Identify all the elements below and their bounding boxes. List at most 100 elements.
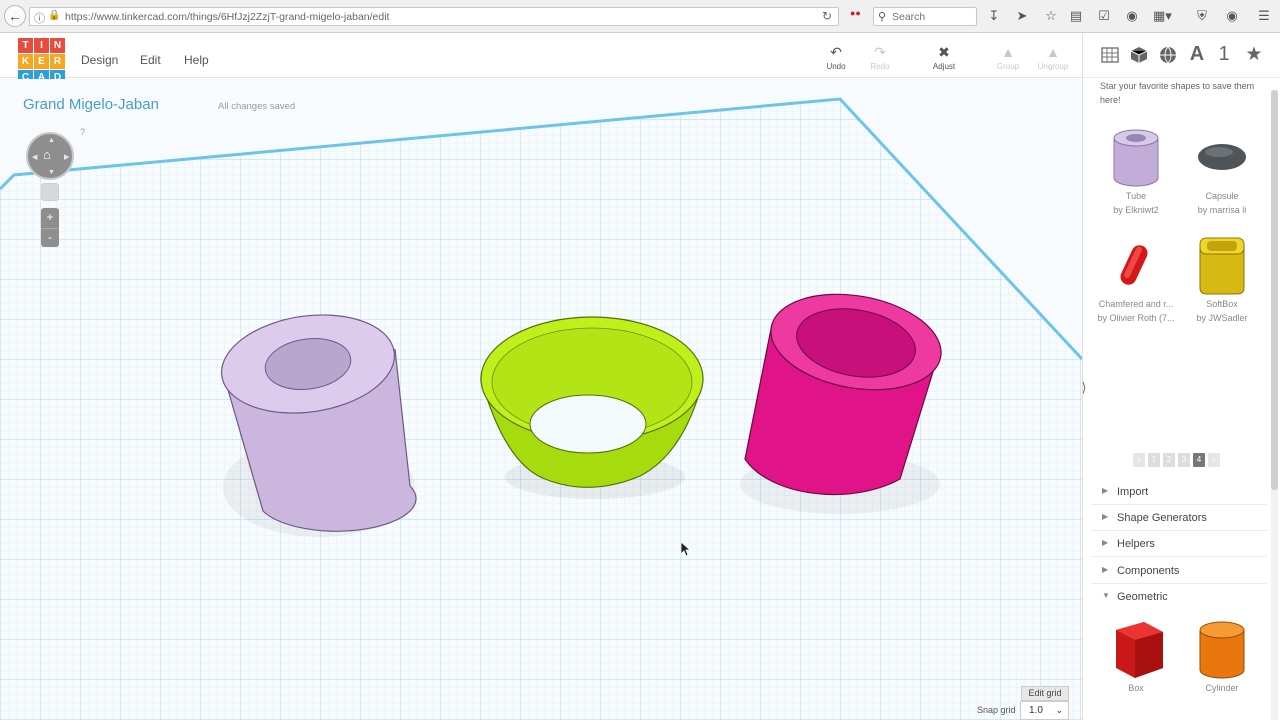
section-import[interactable]: ▶ Import <box>1091 479 1267 505</box>
menu-edit[interactable]: Edit <box>140 53 161 67</box>
shape-author: by Elkniwt2 <box>1113 205 1159 215</box>
scrollbar-thumb[interactable] <box>1271 90 1278 490</box>
browser-search-box[interactable]: ⚲ <box>873 7 977 26</box>
url-text[interactable]: https://www.tinkercad.com/things/6HfJzj2… <box>65 11 389 23</box>
orbit-down-icon[interactable]: ▼ <box>48 169 55 176</box>
chat-icon[interactable]: ◉ <box>1123 8 1141 24</box>
ungroup-button[interactable]: ▲ Ungroup <box>1031 44 1075 71</box>
save-status: All changes saved <box>218 101 296 112</box>
pager-next-icon[interactable]: › <box>1208 453 1220 467</box>
section-shape-generators[interactable]: ▶ Shape Generators <box>1091 505 1267 531</box>
box-icon[interactable] <box>1128 45 1150 67</box>
design-title[interactable]: Grand Migelo-Jaban <box>23 96 159 113</box>
box-thumbnail <box>1093 616 1179 682</box>
pager-prev-icon[interactable]: ‹ <box>1133 453 1145 467</box>
redo-label: Redo <box>870 62 890 71</box>
app-header: T I N K E R C A D Design Edit Help ↶ Und… <box>0 34 1090 85</box>
view-navigator[interactable]: ▲ ▼ ◀ ▶ ⌂ <box>26 132 74 180</box>
redo-button[interactable]: ↷ Redo <box>858 44 902 71</box>
shape-author: by JWSadler <box>1196 313 1248 323</box>
adjust-button[interactable]: ✖ Adjust <box>922 44 966 71</box>
shape-card-chamfered[interactable]: Chamfered and r... by Olivier Roth (7... <box>1093 232 1179 326</box>
zoom-out-button[interactable]: - <box>41 228 59 247</box>
section-geometric[interactable]: ▼ Geometric <box>1091 584 1267 610</box>
menu-help[interactable]: Help <box>184 53 209 67</box>
workplane-viewport[interactable]: Grand Migelo-Jaban All changes saved ▲ ▼… <box>0 79 1082 720</box>
capsule-thumbnail <box>1179 124 1265 190</box>
sphere-icon[interactable] <box>1157 45 1179 67</box>
panel-scrollbar[interactable] <box>1271 90 1278 720</box>
chevron-right-icon: ▶ <box>1102 538 1109 547</box>
shape-card-cylinder[interactable]: Cylinder <box>1179 616 1265 694</box>
shapes-panel: ⟩ A 1 ★ Star your favorite shapes to sav… <box>1082 34 1280 720</box>
collapse-panel-icon[interactable]: ⟩ <box>1083 374 1091 402</box>
zoom-in-button[interactable]: + <box>41 208 59 228</box>
send-icon[interactable]: ➤ <box>1013 8 1031 24</box>
pager-page[interactable]: 2 <box>1163 453 1175 467</box>
ungroup-icon: ▲ <box>1046 44 1060 60</box>
fit-view-icon[interactable] <box>41 183 59 201</box>
group-button[interactable]: ▲ Group <box>986 44 1030 71</box>
snap-grid-select[interactable]: 1.0 ⌄ <box>1020 701 1069 720</box>
shape-name: Box <box>1128 683 1144 693</box>
snap-grid-label: Snap grid <box>977 705 1016 715</box>
section-helpers[interactable]: ▶ Helpers <box>1091 531 1267 557</box>
shape-card-capsule[interactable]: Capsule by marrisa li <box>1179 124 1265 218</box>
edit-grid-button[interactable]: Edit grid <box>1021 686 1069 701</box>
orbit-up-icon[interactable]: ▲ <box>48 137 55 144</box>
grid-icon[interactable] <box>1099 45 1121 67</box>
logo-letter: E <box>34 54 49 69</box>
logo-letter: K <box>18 54 33 69</box>
orbit-left-icon[interactable]: ◀ <box>32 153 37 161</box>
section-components[interactable]: ▶ Components <box>1091 558 1267 584</box>
download-icon[interactable]: ↧ <box>985 8 1003 24</box>
group-icon: ▲ <box>1001 44 1015 60</box>
help-icon[interactable]: ? <box>80 127 85 137</box>
workplane-scene[interactable] <box>0 79 1082 720</box>
chevron-right-icon: ▶ <box>1102 565 1109 574</box>
logo-letter: T <box>18 38 33 53</box>
shape-card-softbox[interactable]: SoftBox by JWSadler <box>1179 232 1265 326</box>
addon-icon[interactable]: ◉ <box>1223 8 1241 24</box>
chevron-right-icon: ▶ <box>1102 486 1109 495</box>
section-label: Shape Generators <box>1117 512 1207 524</box>
pager-page[interactable]: 1 <box>1148 453 1160 467</box>
address-bar[interactable]: ⓘ 🔒 https://www.tinkercad.com/things/6Hf… <box>29 7 839 26</box>
pager-page[interactable]: 3 <box>1178 453 1190 467</box>
snap-grid-value: 1.0 <box>1029 705 1043 716</box>
adjust-label: Adjust <box>932 62 956 71</box>
tube-shape[interactable] <box>215 304 417 537</box>
grid-menu-icon[interactable]: ▦▾ <box>1153 8 1172 24</box>
section-label: Import <box>1117 486 1149 498</box>
panel-tabs: A 1 ★ <box>1083 34 1280 78</box>
undo-icon: ↶ <box>830 44 842 60</box>
shape-name: Chamfered and r... <box>1098 299 1174 309</box>
orbit-right-icon[interactable]: ▶ <box>64 153 69 161</box>
bookmark-star-icon[interactable]: ☆ <box>1042 8 1060 24</box>
shape-card-box[interactable]: Box <box>1093 616 1179 694</box>
section-label: Components <box>1117 565 1180 577</box>
browser-search-input[interactable] <box>892 10 974 24</box>
home-view-icon[interactable]: ⌂ <box>43 147 51 162</box>
star-icon[interactable]: ★ <box>1243 43 1265 65</box>
back-arrow-icon[interactable]: ← <box>4 5 26 27</box>
shape-name: Tube <box>1125 191 1147 201</box>
search-icon: ⚲ <box>878 11 887 23</box>
reading-list-icon[interactable]: ▤ <box>1067 8 1085 24</box>
section-label: Geometric <box>1117 591 1168 603</box>
undo-button[interactable]: ↶ Undo <box>814 44 858 71</box>
shape-author: by Olivier Roth (7... <box>1097 313 1175 323</box>
shape-card-tube[interactable]: Tube by Elkniwt2 <box>1093 124 1179 218</box>
number-icon[interactable]: 1 <box>1213 43 1235 65</box>
pager-page-current[interactable]: 4 <box>1193 453 1205 467</box>
pocket-icon[interactable]: ☑ <box>1095 8 1113 24</box>
text-icon[interactable]: A <box>1186 43 1208 65</box>
menu-design[interactable]: Design <box>81 53 118 67</box>
funnel-shape[interactable] <box>480 316 704 499</box>
shield-icon[interactable]: ⛨ <box>1193 8 1211 24</box>
reload-icon[interactable]: ↻ <box>822 9 832 23</box>
extension-icon[interactable]: ●● <box>850 8 861 18</box>
shape-author: by marrisa li <box>1197 205 1247 215</box>
hamburger-menu-icon[interactable]: ☰ <box>1255 8 1273 24</box>
info-icon[interactable]: ⓘ <box>34 10 45 26</box>
